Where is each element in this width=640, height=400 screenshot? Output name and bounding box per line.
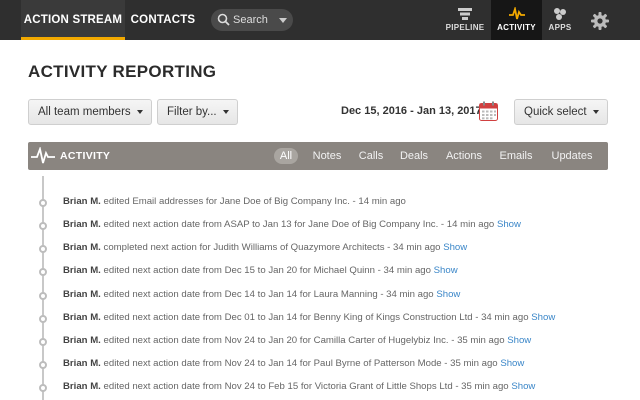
feed-item: Brian M. edited next action date from De…	[0, 262, 640, 282]
show-link[interactable]: Show	[434, 265, 458, 276]
calendar-icon[interactable]	[479, 101, 498, 121]
activity-pulse-icon	[508, 7, 525, 20]
filter-by-label: Filter by...	[167, 106, 217, 118]
chevron-down-icon	[223, 110, 229, 114]
feed-message: edited next action date from Nov 24 to J…	[100, 358, 498, 369]
feed-item-text: Brian M. edited next action date from AS…	[63, 219, 521, 230]
feed-message: completed next action for Judith William…	[100, 242, 441, 253]
feed-item-text: Brian M. edited Email addresses for Jane…	[63, 196, 406, 207]
pipeline-icon	[458, 8, 472, 20]
tab-activity-label: ACTIVITY	[497, 23, 536, 32]
chevron-down-icon	[593, 110, 599, 114]
tab-apps-label: APPS	[548, 23, 572, 32]
filter-tab-emails[interactable]: Emails	[496, 148, 536, 164]
chevron-down-icon[interactable]	[279, 18, 287, 23]
timeline-dot	[39, 268, 47, 276]
feed-user[interactable]: Brian M.	[63, 312, 101, 323]
feed-item-text: Brian M. edited next action date from No…	[63, 358, 524, 369]
feed-user[interactable]: Brian M.	[63, 242, 101, 253]
chevron-down-icon	[137, 110, 143, 114]
show-link[interactable]: Show	[531, 312, 555, 323]
feed-user[interactable]: Brian M.	[63, 196, 101, 207]
tab-contacts[interactable]: CONTACTS	[128, 0, 198, 40]
feed-item-text: Brian M. edited next action date from No…	[63, 381, 535, 392]
team-members-label: All team members	[38, 106, 131, 118]
feed-item-text: Brian M. edited next action date from De…	[63, 289, 460, 300]
feed-message: edited next action date from ASAP to Jan…	[100, 219, 495, 230]
apps-icon	[554, 8, 566, 20]
feed-item-text: Brian M. completed next action for Judit…	[63, 242, 467, 253]
filter-tab-notes[interactable]: Notes	[309, 148, 345, 164]
show-link[interactable]: Show	[500, 358, 524, 369]
activity-filter-bar: ACTIVITY All Notes Calls Deals Actions E…	[28, 142, 608, 170]
timeline-dot	[39, 361, 47, 369]
feed-user[interactable]: Brian M.	[63, 381, 101, 392]
feed-item-text: Brian M. edited next action date from De…	[63, 312, 555, 323]
feed-user[interactable]: Brian M.	[63, 335, 101, 346]
feed-user[interactable]: Brian M.	[63, 219, 101, 230]
feed-user[interactable]: Brian M.	[63, 289, 101, 300]
timeline-dot	[39, 292, 47, 300]
page-title: ACTIVITY REPORTING	[28, 62, 217, 81]
timeline-dot	[39, 384, 47, 392]
feed-message: edited next action date from Dec 15 to J…	[100, 265, 431, 276]
filter-by-dropdown[interactable]: Filter by...	[157, 99, 238, 125]
feed-item: Brian M. edited next action date from No…	[0, 378, 640, 398]
timeline-dot	[39, 245, 47, 253]
filter-tab-all[interactable]: All	[274, 148, 298, 164]
feed-user[interactable]: Brian M.	[63, 358, 101, 369]
feed-item-text: Brian M. edited next action date from No…	[63, 335, 531, 346]
feed-item: Brian M. edited next action date from AS…	[0, 216, 640, 236]
team-members-dropdown[interactable]: All team members	[28, 99, 152, 125]
activity-pulse-icon	[31, 147, 55, 164]
search-input[interactable]: Search	[233, 9, 268, 31]
feed-message: edited next action date from Nov 24 to F…	[100, 381, 509, 392]
feed-message: edited Email addresses for Jane Doe of B…	[100, 196, 406, 207]
timeline-dot	[39, 222, 47, 230]
show-link[interactable]: Show	[511, 381, 535, 392]
timeline-dot	[39, 199, 47, 207]
tab-pipeline-label: PIPELINE	[445, 23, 485, 32]
feed-item-text: Brian M. edited next action date from De…	[63, 265, 458, 276]
quick-select-dropdown[interactable]: Quick select	[514, 99, 608, 125]
feed-message: edited next action date from Dec 01 to J…	[100, 312, 529, 323]
tab-activity[interactable]: ACTIVITY	[491, 0, 542, 40]
search-icon	[217, 13, 230, 26]
tab-apps[interactable]: APPS	[545, 0, 575, 40]
quick-select-label: Quick select	[524, 106, 587, 118]
date-range[interactable]: Dec 15, 2016 - Jan 13, 2017	[341, 105, 482, 117]
filter-tab-calls[interactable]: Calls	[356, 148, 386, 164]
top-nav: ACTION STREAM CONTACTS Search PIPELINE A…	[0, 0, 640, 40]
show-link[interactable]: Show	[497, 219, 521, 230]
gear-icon[interactable]	[590, 11, 610, 31]
tab-pipeline[interactable]: PIPELINE	[442, 0, 488, 40]
filter-tab-updates[interactable]: Updates	[547, 148, 597, 164]
feed-message: edited next action date from Dec 14 to J…	[100, 289, 434, 300]
tab-action-stream[interactable]: ACTION STREAM	[21, 0, 125, 40]
feed-message: edited next action date from Nov 24 to J…	[100, 335, 505, 346]
filter-tab-actions[interactable]: Actions	[442, 148, 486, 164]
filter-tab-deals[interactable]: Deals	[397, 148, 431, 164]
feed-item: Brian M. edited next action date from De…	[0, 309, 640, 329]
feed-item: Brian M. edited next action date from No…	[0, 332, 640, 352]
feed-item: Brian M. completed next action for Judit…	[0, 239, 640, 259]
timeline-dot	[39, 338, 47, 346]
timeline-dot	[39, 315, 47, 323]
show-link[interactable]: Show	[436, 289, 460, 300]
feed-item: Brian M. edited next action date from De…	[0, 286, 640, 306]
show-link[interactable]: Show	[507, 335, 531, 346]
feed-user[interactable]: Brian M.	[63, 265, 101, 276]
feed-item: Brian M. edited next action date from No…	[0, 355, 640, 375]
feed-item: Brian M. edited Email addresses for Jane…	[0, 193, 640, 213]
show-link[interactable]: Show	[443, 242, 467, 253]
search-box[interactable]: Search	[211, 9, 293, 31]
activity-bar-title: ACTIVITY	[60, 150, 111, 162]
